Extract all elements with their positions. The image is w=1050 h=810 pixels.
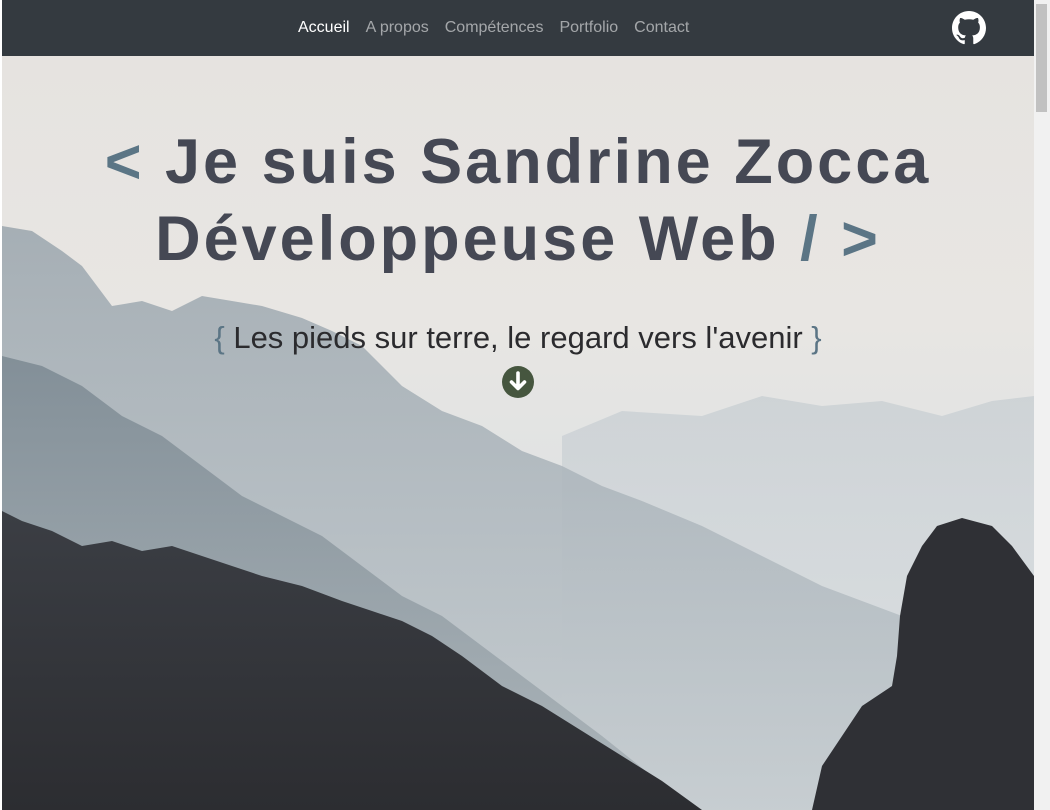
hero-title-line-1: < Je suis Sandrine Zocca [2,124,1034,201]
nav-item-contact[interactable]: Contact [626,19,697,37]
title-open-bracket: < [104,127,145,197]
hero-section: < Je suis Sandrine Zocca Développeuse We… [2,56,1034,810]
hero-title-name: Je suis Sandrine Zocca [165,127,932,197]
title-close-bracket: / > [800,204,881,274]
nav-item-competences[interactable]: Compétences [437,19,552,37]
subtitle-open-brace: { [214,320,225,355]
hero-title: < Je suis Sandrine Zocca Développeuse We… [2,124,1034,278]
github-link[interactable] [952,11,986,45]
hero-subtitle-text: Les pieds sur terre, le regard vers l'av… [233,320,803,355]
nav-item-a-propos[interactable]: A propos [358,19,437,37]
nav-item-accueil[interactable]: Accueil [290,19,358,37]
subtitle-close-brace: } [811,320,822,355]
nav-links: Accueil A propos Compétences Portfolio C… [290,0,697,56]
scrollbar-thumb[interactable] [1036,4,1047,112]
hero-subtitle: { Les pieds sur terre, le regard vers l'… [2,320,1034,356]
nav-item-portfolio[interactable]: Portfolio [551,19,626,37]
hero-title-role: Développeuse Web [155,204,780,274]
github-icon [952,11,986,45]
navbar: Accueil A propos Compétences Portfolio C… [2,0,1034,56]
page-scrollbar[interactable] [1034,0,1050,810]
arrow-down-circle-icon [502,366,534,398]
scroll-down-button[interactable] [502,366,534,398]
page-viewport: Accueil A propos Compétences Portfolio C… [2,0,1034,810]
hero-title-line-2: Développeuse Web / > [2,201,1034,278]
